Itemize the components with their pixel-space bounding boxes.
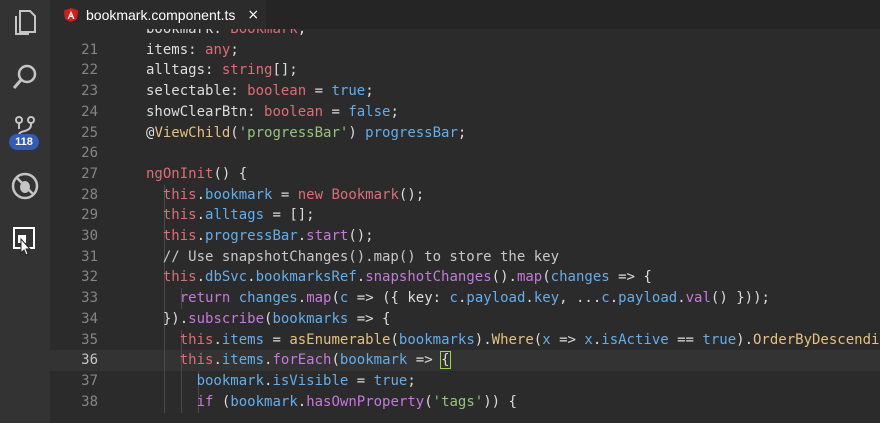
- search-icon[interactable]: [5, 57, 45, 97]
- line-number: 32: [81, 269, 98, 286]
- code-line[interactable]: 31 // Use snapshotChanges().map() to stor…: [50, 246, 880, 268]
- code-text: this.progressBar.start();: [162, 228, 374, 244]
- code-line[interactable]: 29 this.alltags = [];: [50, 205, 880, 227]
- indent-guide: [164, 391, 165, 413]
- line-number: 30: [81, 228, 98, 244]
- code-text: this.bookmark = new Bookmark();: [162, 186, 425, 203]
- explorer-icon[interactable]: [5, 2, 45, 42]
- activity-bar: 118: [0, 0, 50, 423]
- code-line[interactable]: 21 items: any;: [50, 40, 880, 61]
- indent-guide: [164, 329, 165, 351]
- code-text: ngOnInit() {: [146, 165, 248, 182]
- code-text: items: any;: [146, 41, 239, 58]
- line-number: 26: [81, 145, 98, 162]
- code-line[interactable]: 36 this.items.forEach(bookmark => {: [50, 350, 880, 372]
- line-number: 33: [81, 290, 98, 307]
- line-number: 29: [81, 207, 98, 224]
- code-line[interactable]: 38 if (bookmark.hasOwnProperty('tags')) {: [50, 391, 880, 413]
- code-text: selectable: boolean = true;: [146, 83, 374, 100]
- code-text: alltags: string[];: [146, 62, 298, 79]
- code-line[interactable]: 27 ngOnInit() {: [50, 164, 880, 185]
- code-text: bookmark.isVisible = true;: [196, 372, 416, 389]
- indent-guide: [164, 350, 165, 372]
- tab-close-button[interactable]: ×: [247, 7, 259, 23]
- line-number: 21: [81, 41, 98, 58]
- code-text: if (bookmark.hasOwnProperty('tags')) {: [196, 393, 517, 410]
- code-line[interactable]: 37 bookmark.isVisible = true;: [50, 370, 880, 392]
- code-text: // Use snapshotChanges().map() to store …: [162, 248, 560, 265]
- tab-title: bookmark.component.ts: [86, 6, 236, 23]
- line-number: 34: [81, 310, 98, 327]
- line-number: 38: [81, 393, 98, 410]
- code-text: bookmark: Bookmark;: [146, 29, 307, 37]
- tab-bookmark-component[interactable]: bookmark.component.ts ×: [50, 0, 266, 29]
- code-text: this.dbSvc.bookmarksRef.snapshotChanges(…: [162, 269, 652, 286]
- code-text: @ViewChild('progressBar') progressBar;: [146, 124, 467, 141]
- code-text: return changes.map(c => ({ key: c.payloa…: [179, 290, 770, 307]
- code-text: }).subscribe(bookmarks => {: [162, 310, 391, 327]
- code-line[interactable]: 24 showClearBtn: boolean = false;: [50, 102, 880, 123]
- line-number: 23: [81, 83, 98, 100]
- code-line[interactable]: 22 alltags: string[];: [50, 60, 880, 81]
- line-number: 28: [81, 186, 98, 203]
- extensions-icon[interactable]: [5, 222, 45, 262]
- indent-guide: [164, 370, 165, 392]
- code-line[interactable]: 26: [50, 143, 880, 164]
- code-line[interactable]: 30 this.progressBar.start();: [50, 226, 880, 247]
- line-number: 22: [81, 62, 98, 79]
- code-line[interactable]: 33 return changes.map(c => ({ key: c.payl…: [50, 288, 880, 310]
- debug-icon[interactable]: [5, 166, 45, 206]
- line-number: 35: [81, 331, 98, 348]
- code-line[interactable]: bookmark: Bookmark;: [50, 29, 880, 40]
- line-number: 37: [81, 372, 98, 389]
- code-line[interactable]: 32 this.dbSvc.bookmarksRef.snapshotChange…: [50, 267, 880, 289]
- source-control-badge: 118: [9, 134, 39, 150]
- code-line[interactable]: 34 }).subscribe(bookmarks => {: [50, 308, 880, 330]
- angular-icon: [64, 7, 78, 22]
- indent-guide: [164, 288, 165, 310]
- indent-guide: [180, 391, 182, 413]
- code-editor[interactable]: bookmark: Bookmark; 21 items: any; 22 alltag…: [50, 29, 880, 423]
- code-text: this.alltags = [];: [162, 207, 315, 224]
- code-text: showClearBtn: boolean = false;: [146, 103, 399, 120]
- line-number: 27: [81, 165, 98, 182]
- code-text: this.items.forEach(bookmark => {: [179, 351, 451, 370]
- code-line[interactable]: 28 this.bookmark = new Bookmark();: [50, 184, 880, 206]
- line-number: 24: [81, 103, 98, 120]
- indent-guide: [180, 370, 182, 392]
- tab-bar: bookmark.component.ts ×: [50, 0, 880, 29]
- code-line[interactable]: 23 selectable: boolean = true;: [50, 81, 880, 102]
- line-number: 31: [81, 248, 98, 265]
- line-number: 36: [81, 352, 98, 369]
- code-text: this.items = asEnumerable(bookmarks).Whe…: [179, 331, 880, 348]
- code-line[interactable]: 25 @ViewChild('progressBar') progressBar;: [50, 123, 880, 144]
- code-line[interactable]: 35 this.items = asEnumerable(bookmarks).W…: [50, 329, 880, 351]
- line-number: 25: [81, 124, 98, 141]
